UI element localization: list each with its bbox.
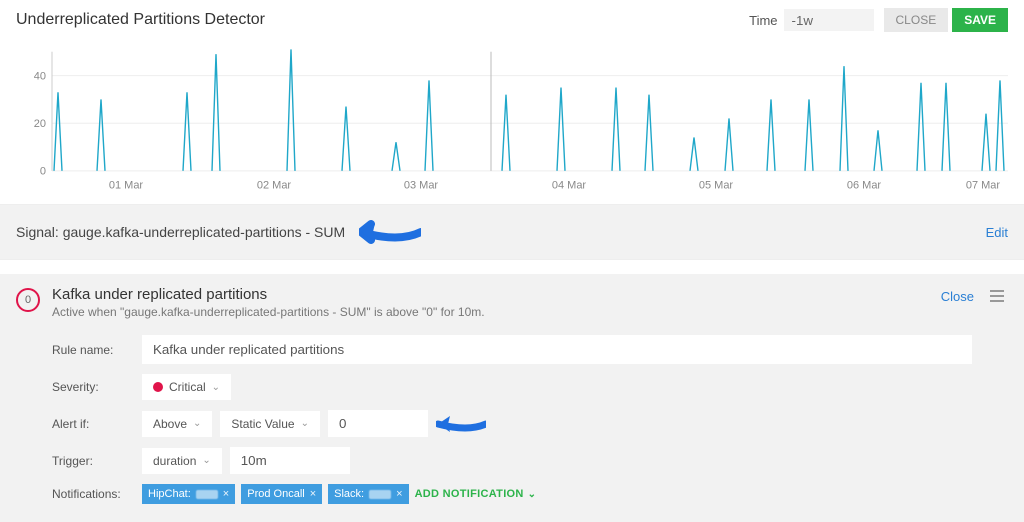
chip-label: HipChat: <box>148 488 191 500</box>
menu-icon[interactable] <box>986 286 1008 306</box>
rule-title: Kafka under replicated partitions <box>52 286 941 303</box>
chip-label: Slack: <box>334 488 364 500</box>
signal-text: Signal: gauge.kafka-underreplicated-part… <box>16 224 345 240</box>
rule-subtitle: Active when "gauge.kafka-underreplicated… <box>52 305 941 319</box>
chip-remove-icon[interactable]: × <box>396 488 402 500</box>
time-label: Time <box>749 13 777 28</box>
chip-remove-icon[interactable]: × <box>310 488 316 500</box>
rule-name-label: Rule name: <box>52 343 142 357</box>
svg-text:04 Mar: 04 Mar <box>552 179 587 191</box>
svg-text:07 Mar: 07 Mar <box>966 179 1001 191</box>
alert-if-label: Alert if: <box>52 417 142 431</box>
add-notification-button[interactable]: ADD NOTIFICATION ⌄ <box>415 488 537 500</box>
svg-text:02 Mar: 02 Mar <box>257 179 292 191</box>
signal-bar: Signal: gauge.kafka-underreplicated-part… <box>0 204 1024 260</box>
chevron-down-icon: ⌄ <box>528 489 537 500</box>
save-button[interactable]: SAVE <box>952 8 1008 32</box>
chip-label: Prod Oncall <box>247 488 304 500</box>
chevron-down-icon: ⌄ <box>193 418 201 429</box>
severity-dot-icon <box>153 382 163 392</box>
chip-blur <box>369 490 391 499</box>
chevron-down-icon: ⌄ <box>301 418 309 429</box>
chevron-down-icon: ⌄ <box>202 455 210 466</box>
notification-chip[interactable]: Prod Oncall × <box>241 484 322 504</box>
trigger-value-input[interactable] <box>230 447 350 474</box>
severity-select[interactable]: Critical ⌄ <box>142 374 231 400</box>
alert-compare-select[interactable]: Static Value ⌄ <box>220 411 320 437</box>
time-input[interactable] <box>784 9 874 31</box>
rule-panel: 0 Kafka under replicated partitions Acti… <box>0 274 1024 522</box>
alert-direction-value: Above <box>153 417 187 431</box>
rule-close-link[interactable]: Close <box>941 289 974 304</box>
chip-blur <box>196 490 218 499</box>
rule-count-badge: 0 <box>16 288 40 312</box>
trigger-mode-value: duration <box>153 454 196 468</box>
alert-threshold-input[interactable] <box>328 410 428 437</box>
svg-text:06 Mar: 06 Mar <box>847 179 882 191</box>
trigger-label: Trigger: <box>52 454 142 468</box>
alert-compare-value: Static Value <box>231 417 294 431</box>
svg-text:20: 20 <box>34 118 46 130</box>
notification-chip[interactable]: HipChat: × <box>142 484 235 504</box>
severity-label: Severity: <box>52 380 142 394</box>
svg-text:05 Mar: 05 Mar <box>699 179 734 191</box>
svg-text:01 Mar: 01 Mar <box>109 179 144 191</box>
notifications-label: Notifications: <box>52 487 142 501</box>
signal-edit-link[interactable]: Edit <box>986 225 1008 240</box>
chevron-down-icon: ⌄ <box>212 382 220 393</box>
severity-value: Critical <box>169 380 206 394</box>
chart: 0 20 40 01 Mar 02 Mar 03 Mar 04 Mar 05 Mar 06 Ma… <box>0 36 1024 196</box>
page-title: Underreplicated Partitions Detector <box>16 11 749 29</box>
chip-remove-icon[interactable]: × <box>223 488 229 500</box>
svg-text:0: 0 <box>40 166 46 178</box>
notification-chip[interactable]: Slack: × <box>328 484 408 504</box>
add-notification-label: ADD NOTIFICATION <box>415 488 524 500</box>
svg-text:03 Mar: 03 Mar <box>404 179 439 191</box>
trigger-mode-select[interactable]: duration ⌄ <box>142 448 222 474</box>
rule-name-input[interactable] <box>142 335 972 364</box>
arrow-annotation-icon <box>436 413 486 435</box>
alert-direction-select[interactable]: Above ⌄ <box>142 411 212 437</box>
svg-text:40: 40 <box>34 71 46 83</box>
arrow-annotation-icon <box>359 219 421 245</box>
close-button[interactable]: CLOSE <box>884 8 949 32</box>
